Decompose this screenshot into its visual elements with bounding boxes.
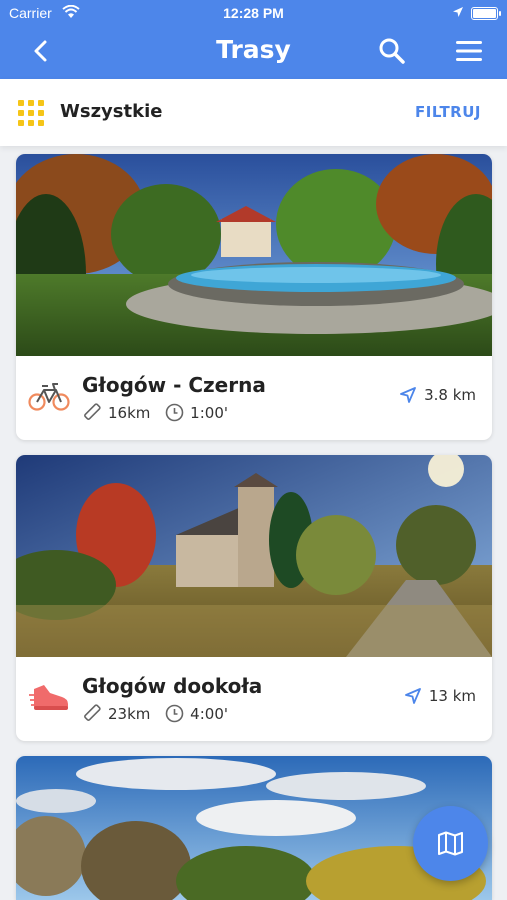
menu-icon[interactable]: [454, 38, 484, 64]
filter-bar: Wszystkie FILTRUJ: [0, 79, 507, 146]
route-title: Głogów dookoła: [82, 674, 263, 698]
search-icon[interactable]: [377, 36, 407, 66]
nav-bar: Trasy: [0, 28, 507, 79]
navigation-arrow-icon: [400, 387, 416, 403]
route-card[interactable]: Głogów - Czerna 16km 1:00' 3.8 km: [16, 154, 492, 440]
page-title: Trasy: [216, 35, 291, 64]
route-distance-value: 3.8 km: [424, 386, 476, 404]
location-arrow-icon: [453, 7, 463, 17]
route-card[interactable]: Głogów dookoła 23km 4:00' 13 km: [16, 455, 492, 741]
route-length: 23km: [108, 705, 151, 723]
route-photo: [16, 455, 492, 657]
route-meta: 16km 1:00': [82, 402, 238, 422]
route-duration: 1:00': [190, 404, 228, 422]
route-distance: 3.8 km: [400, 386, 476, 404]
route-distance: 13 km: [404, 687, 476, 705]
grid-icon[interactable]: [17, 99, 45, 127]
route-photo: [16, 154, 492, 356]
navigation-arrow-icon: [404, 688, 421, 704]
ruler-icon: [84, 704, 101, 721]
bike-icon: [28, 383, 70, 411]
route-info: Głogów - Czerna 16km 1:00' 3.8 km: [16, 356, 492, 440]
ruler-icon: [84, 403, 101, 420]
route-info: Głogów dookoła 23km 4:00' 13 km: [16, 657, 492, 741]
route-title: Głogów - Czerna: [82, 373, 266, 397]
route-distance-value: 13 km: [428, 687, 476, 705]
map-icon: [438, 831, 463, 856]
category-label[interactable]: Wszystkie: [60, 101, 162, 122]
status-time: 12:28 PM: [223, 5, 284, 21]
battery-icon: [471, 7, 501, 20]
clock-icon: [165, 403, 184, 422]
route-duration: 4:00': [190, 705, 228, 723]
map-button[interactable]: [413, 806, 488, 881]
walking-shoe-icon: [29, 685, 68, 710]
route-meta: 23km 4:00': [82, 703, 238, 723]
status-bar: Carrier 12:28 PM: [0, 0, 507, 28]
top-bar: Carrier 12:28 PM Trasy: [0, 0, 507, 79]
clock-icon: [165, 704, 184, 723]
filter-button[interactable]: FILTRUJ: [415, 103, 481, 121]
route-length: 16km: [108, 404, 151, 422]
